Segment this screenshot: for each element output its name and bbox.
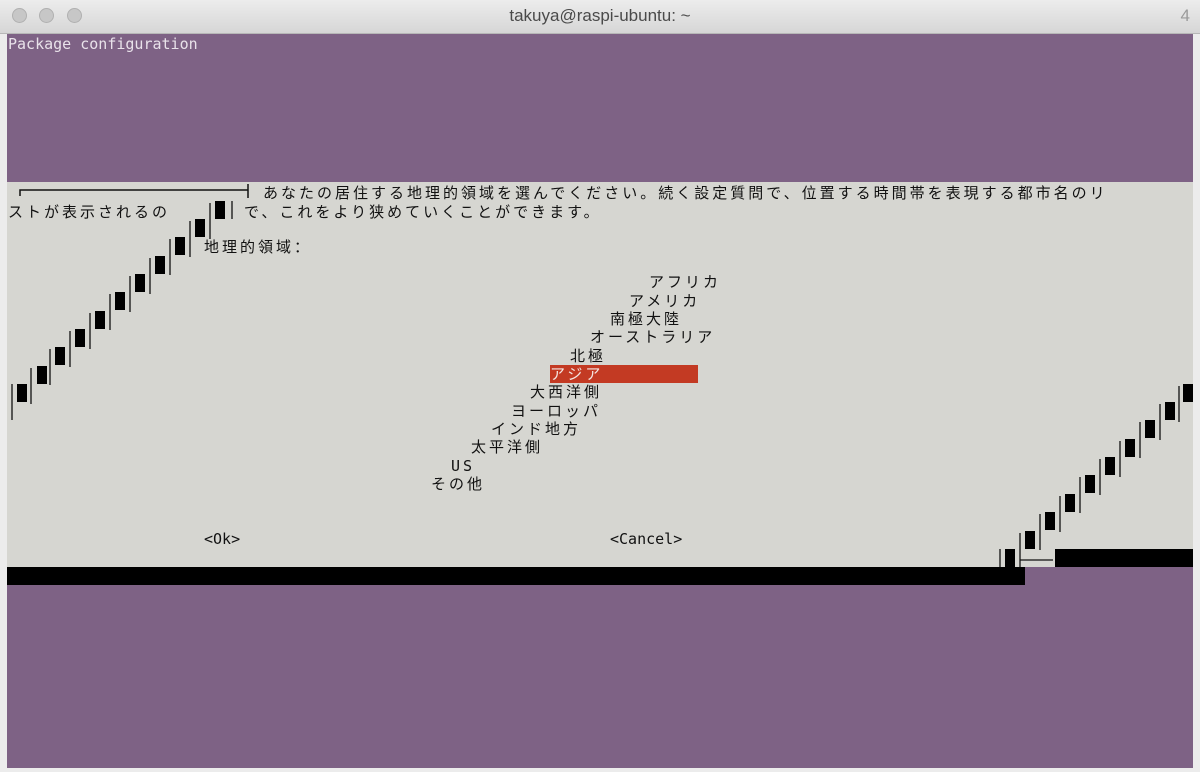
region-item-indian[interactable]: インド地方	[491, 420, 581, 438]
dialog-prompt-line2b: で、これをより狭めていくことができます。	[244, 203, 602, 221]
region-item-arctic[interactable]: 北極	[570, 347, 606, 365]
region-item-us[interactable]: US	[451, 457, 475, 475]
region-item-australia[interactable]: オーストラリア	[590, 328, 715, 346]
dialog-shadow	[7, 567, 1025, 585]
tab-number: 4	[1180, 6, 1190, 25]
region-item-pacific[interactable]: 太平洋側	[471, 438, 543, 456]
backtitle: Package configuration	[8, 35, 198, 53]
region-item-asia[interactable]: アジア	[550, 365, 698, 383]
dialog-prompt-line2a: ストが表示されるの	[8, 203, 171, 221]
list-label: 地理的領域：	[204, 238, 313, 256]
region-item-atlantic[interactable]: 大西洋側	[530, 383, 602, 401]
region-item-other[interactable]: その他	[431, 475, 485, 493]
ok-button[interactable]: <Ok>	[204, 530, 240, 548]
window-titlebar: takuya@raspi-ubuntu: ~ 4	[0, 0, 1200, 34]
region-item-antarctica[interactable]: 南極大陸	[610, 310, 682, 328]
dialog-box: あなたの居住する地理的領域を選んでください。続く設定質問で、位置する時間帯を表現…	[7, 182, 1193, 567]
region-item-africa[interactable]: アフリカ	[649, 273, 721, 291]
window-title: takuya@raspi-ubuntu: ~	[509, 6, 691, 25]
region-item-america[interactable]: アメリカ	[629, 292, 700, 310]
cancel-button[interactable]: <Cancel>	[610, 530, 682, 548]
terminal-screen[interactable]: Package configuration あなたの居住する地理的領域を選んでく…	[7, 34, 1193, 768]
dialog-prompt-line1: あなたの居住する地理的領域を選んでください。続く設定質問で、位置する時間帯を表現…	[263, 184, 1108, 202]
region-item-europe[interactable]: ヨーロッパ	[511, 402, 601, 420]
